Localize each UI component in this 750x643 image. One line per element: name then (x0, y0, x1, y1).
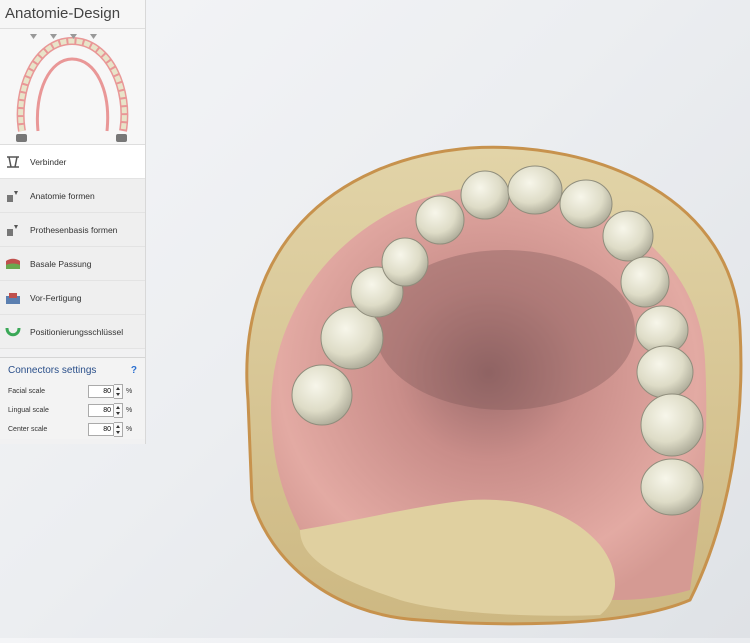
anatomy-tool-icon (5, 189, 21, 203)
lingual-scale-stepper[interactable] (114, 403, 123, 418)
positioning-key-icon (5, 325, 21, 339)
step-label: Prothesenbasis formen (30, 224, 118, 235)
arch-thumbnail (16, 34, 129, 142)
denture-base-tool-icon (5, 223, 21, 237)
step-basale-passung[interactable]: Basale Passung (0, 247, 145, 281)
facial-scale-label: Facial scale (8, 388, 45, 395)
connectors-settings: Connectors settings ? Facial scale % Lin… (0, 357, 145, 439)
lingual-scale-label: Lingual scale (8, 407, 49, 414)
unit-label: % (126, 426, 133, 433)
facial-scale-stepper[interactable] (114, 384, 123, 399)
unit-label: % (126, 388, 133, 395)
center-scale-input[interactable] (88, 423, 114, 436)
workflow-steps: Verbinder Anatomie formen Prothesenbasis… (0, 145, 145, 349)
unit-label: % (126, 407, 133, 414)
lingual-scale-row: Lingual scale % (0, 401, 145, 420)
step-label: Vor-Fertigung (30, 292, 82, 303)
step-positionierungsschluessel[interactable]: Positionierungsschlüssel (0, 315, 145, 349)
lingual-scale-input[interactable] (88, 404, 114, 417)
panel-title: Anatomie-Design (0, 0, 145, 29)
left-panel: Anatomie-Design Verbinder Anatomie forme… (0, 0, 146, 444)
step-prothesenbasis-formen[interactable]: Prothesenbasis formen (0, 213, 145, 247)
pre-manufacturing-icon (5, 291, 21, 305)
center-scale-stepper[interactable] (114, 422, 123, 437)
step-label: Basale Passung (30, 258, 92, 269)
facial-scale-input[interactable] (88, 385, 114, 398)
step-anatomie-formen[interactable]: Anatomie formen (0, 179, 145, 213)
help-icon[interactable]: ? (131, 365, 137, 376)
step-verbinder[interactable]: Verbinder (0, 145, 145, 179)
settings-title: Connectors settings (8, 364, 97, 376)
arch-overview[interactable] (0, 29, 145, 145)
basal-fit-icon (5, 257, 21, 271)
step-label: Positionierungsschlüssel (30, 326, 124, 337)
connector-icon (5, 155, 21, 169)
center-scale-label: Center scale (8, 426, 48, 433)
center-scale-row: Center scale % (0, 420, 145, 439)
step-label: Anatomie formen (30, 190, 95, 201)
step-label: Verbinder (30, 156, 67, 167)
step-vor-fertigung[interactable]: Vor-Fertigung (0, 281, 145, 315)
facial-scale-row: Facial scale % (0, 382, 145, 401)
